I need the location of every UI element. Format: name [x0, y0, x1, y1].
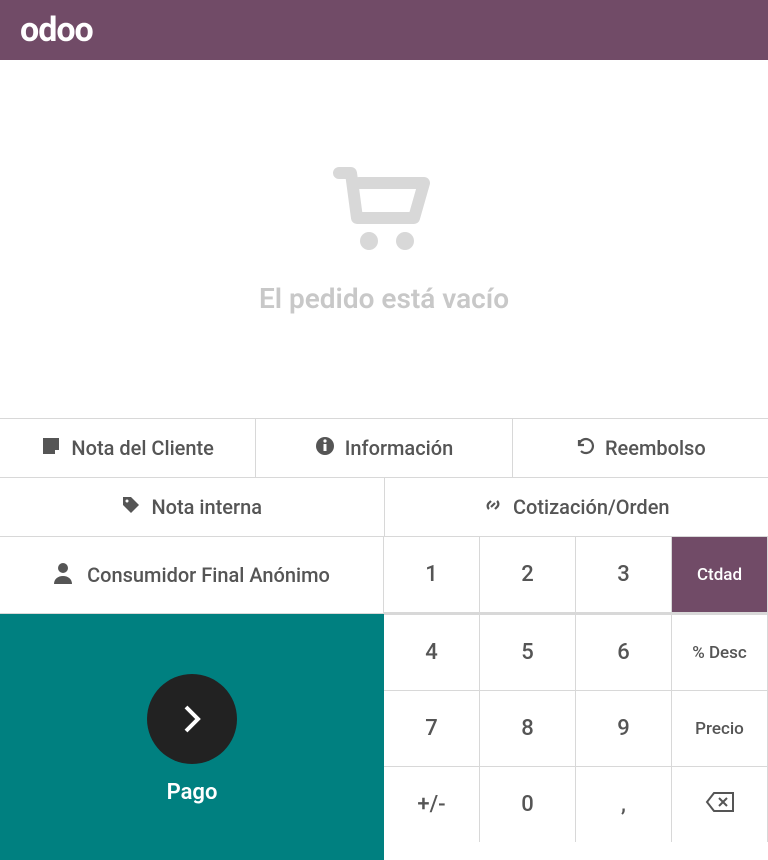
numpad-1[interactable]: 1: [384, 537, 480, 613]
empty-cart-text: El pedido está vacío: [259, 282, 509, 315]
app-header: odoo: [0, 0, 768, 60]
numpad-mode-disc[interactable]: % Desc: [672, 614, 768, 690]
action-row-1: Nota del Cliente Información Reembolso: [0, 418, 768, 477]
numpad-mode-qty[interactable]: Ctdad: [672, 537, 768, 613]
numpad-6[interactable]: 6: [576, 614, 672, 690]
payment-button[interactable]: Pago: [0, 614, 384, 860]
backspace-icon: [705, 791, 735, 819]
action-row-2: Nota interna Cotización/Orden: [0, 477, 768, 536]
numpad-0[interactable]: 0: [480, 766, 576, 842]
numpad-3[interactable]: 3: [576, 537, 672, 613]
customer-note-label: Nota del Cliente: [71, 436, 213, 460]
numpad-7[interactable]: 7: [384, 690, 480, 766]
refund-button[interactable]: Reembolso: [513, 419, 768, 477]
cart-empty-state: El pedido está vacío: [0, 60, 768, 418]
info-button[interactable]: Información: [256, 419, 512, 477]
bottom-row: Pago 4 5 6 % Desc 7 8 9 Precio +/- 0 ,: [0, 613, 768, 860]
cart-icon: [329, 163, 439, 262]
quotation-label: Cotización/Orden: [513, 495, 670, 519]
numpad-9[interactable]: 9: [576, 690, 672, 766]
numpad-5[interactable]: 5: [480, 614, 576, 690]
customer-button[interactable]: Consumidor Final Anónimo: [0, 537, 384, 613]
user-icon: [53, 562, 73, 589]
tag-icon: [121, 495, 141, 520]
numpad-backspace[interactable]: [672, 766, 768, 842]
numpad-comma[interactable]: ,: [576, 766, 672, 842]
internal-note-button[interactable]: Nota interna: [0, 478, 385, 536]
info-icon: [315, 436, 335, 461]
numpad-8[interactable]: 8: [480, 690, 576, 766]
quotation-button[interactable]: Cotización/Orden: [385, 478, 768, 536]
undo-icon: [575, 436, 595, 461]
customer-label: Consumidor Final Anónimo: [87, 563, 330, 587]
sticky-note-icon: [41, 436, 61, 461]
refund-label: Reembolso: [605, 436, 706, 460]
payment-chevron-circle: [147, 674, 237, 764]
info-label: Información: [345, 436, 454, 460]
numpad-mode-price[interactable]: Precio: [672, 690, 768, 766]
customer-numpad-row: Consumidor Final Anónimo 1 2 3 Ctdad: [0, 536, 768, 613]
payment-label: Pago: [167, 780, 218, 805]
link-icon: [483, 495, 503, 520]
logo: odoo: [20, 10, 93, 50]
numpad-plusminus[interactable]: +/-: [384, 766, 480, 842]
numpad-4[interactable]: 4: [384, 614, 480, 690]
internal-note-label: Nota interna: [151, 495, 262, 519]
numpad-2[interactable]: 2: [480, 537, 576, 613]
chevron-right-icon: [172, 699, 212, 739]
numpad-grid: 4 5 6 % Desc 7 8 9 Precio +/- 0 ,: [384, 614, 768, 860]
customer-note-button[interactable]: Nota del Cliente: [0, 419, 256, 477]
